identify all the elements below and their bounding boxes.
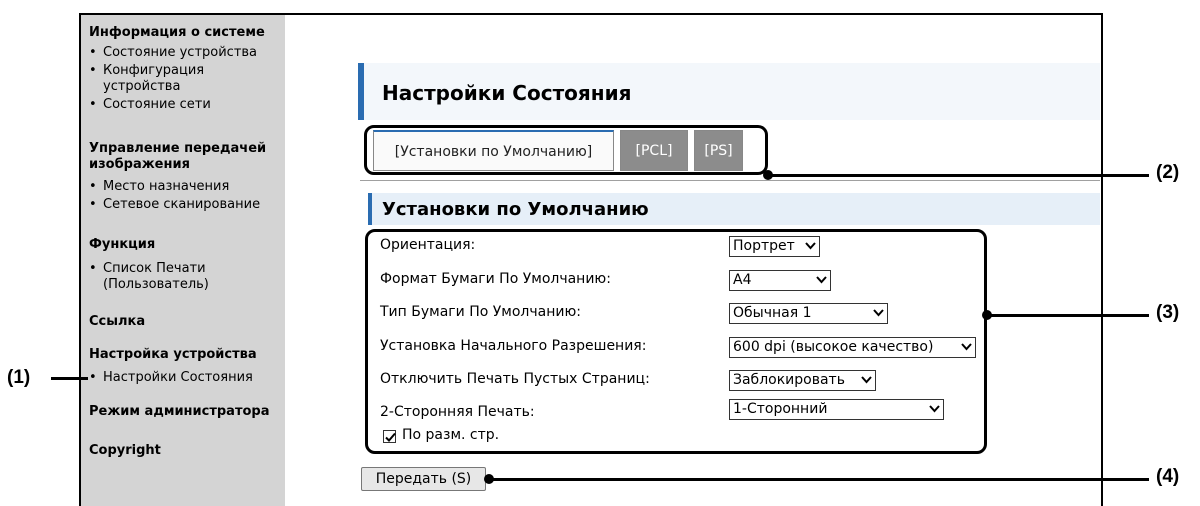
callout-label-4: (4) (1156, 466, 1180, 487)
sidebar-list-image-send: Место назначения Сетевое сканирование (89, 179, 260, 215)
sidebar-section-image-send[interactable]: Управление передачей изображения (89, 141, 279, 173)
tabs-divider (360, 180, 1100, 181)
sidebar-section-function[interactable]: Функция (89, 237, 155, 252)
callout-ring-form (365, 229, 987, 454)
callout-ring-tabs (364, 125, 768, 175)
sidebar-item-network-scan[interactable]: Сетевое сканирование (89, 197, 260, 213)
callout-line-1 (51, 377, 88, 380)
callout-line-3 (987, 314, 1149, 317)
subsection-title-bar: Установки по Умолчанию (368, 193, 1100, 225)
sidebar-section-system-info[interactable]: Информация о системе (89, 25, 265, 40)
sidebar-section-device-settings[interactable]: Настройка устройства (89, 347, 257, 362)
sidebar-item-print-list[interactable]: Список Печати (Пользователь) (89, 261, 239, 293)
sidebar: Информация о системе Состояние устройств… (81, 15, 285, 506)
sidebar-item-device-config[interactable]: Конфигурация устройства (89, 63, 239, 95)
callout-label-2: (2) (1156, 162, 1180, 183)
callout-label-1: (1) (7, 367, 31, 388)
sidebar-item-destination[interactable]: Место назначения (89, 179, 260, 195)
callout-line-2 (768, 174, 1149, 177)
sidebar-item-status-settings[interactable]: Настройки Состояния (89, 370, 253, 386)
callout-label-3: (3) (1156, 302, 1180, 323)
page-title-bar: Настройки Состояния (358, 63, 1100, 120)
submit-button[interactable]: Передать (S) (361, 467, 486, 491)
sidebar-section-admin-mode[interactable]: Режим администратора (89, 404, 270, 419)
sidebar-section-link[interactable]: Ссылка (89, 314, 145, 329)
subsection-title: Установки по Умолчанию (382, 199, 649, 220)
sidebar-list-function: Список Печати (Пользователь) (89, 261, 239, 295)
sidebar-item-device-status[interactable]: Состояние устройства (89, 45, 257, 61)
page-title: Настройки Состояния (382, 81, 632, 105)
sidebar-section-copyright[interactable]: Copyright (89, 443, 161, 458)
sidebar-list-device-settings: Настройки Состояния (89, 370, 253, 388)
sidebar-list-system-info: Состояние устройства Конфигурация устрой… (89, 45, 257, 115)
callout-line-4 (489, 478, 1149, 481)
sidebar-item-network-status[interactable]: Состояние сети (89, 97, 257, 113)
